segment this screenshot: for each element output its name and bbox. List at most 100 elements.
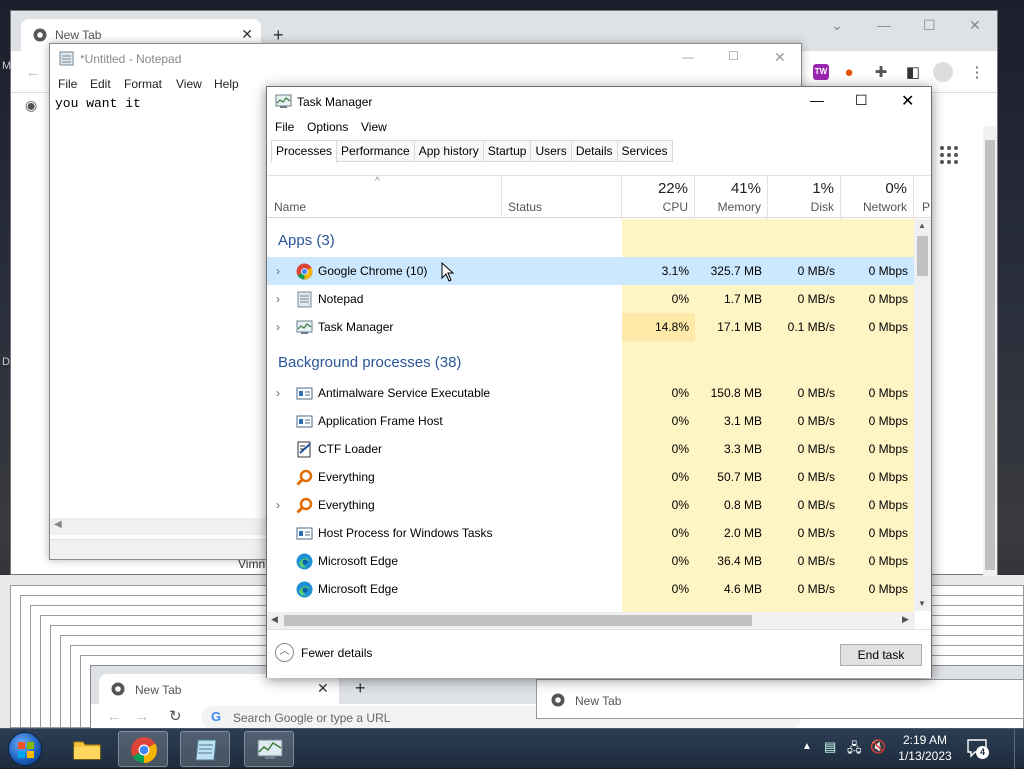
column-cpu[interactable]: 22% CPU [622,176,695,219]
chrome-icon [33,28,47,42]
action-center-icon[interactable]: 4 [966,737,989,759]
column-network[interactable]: 0% Network [841,176,914,219]
column-memory[interactable]: 41% Memory [695,176,768,219]
taskbar-file-explorer[interactable] [62,731,112,767]
scroll-left-icon[interactable]: ◀ [271,614,278,625]
new-tab-button[interactable]: + [355,678,366,699]
column-status[interactable]: Status [502,176,622,219]
tab-startup[interactable]: Startup [483,140,532,162]
show-hidden-icons[interactable]: ▲ [802,741,812,752]
tab-search-icon[interactable]: ⌄ [831,17,843,34]
close-icon[interactable]: ✕ [901,91,914,111]
apps-grid-icon[interactable] [939,145,959,165]
tab-processes[interactable]: Processes [271,140,338,163]
show-desktop-button[interactable] [1014,729,1024,769]
side-panel-icon[interactable]: ◧ [901,60,925,84]
taskbar-notepad[interactable] [180,731,230,767]
table-row[interactable]: CTF Loader 0% 3.3 MB 0 MB/s 0 Mbps [267,435,915,463]
expand-chevron-icon[interactable]: › [276,491,280,519]
network-total: 0% [885,180,907,197]
reload-icon[interactable]: ↻ [169,707,182,725]
tab-app-history[interactable]: App history [414,140,484,162]
task-manager-icon [275,94,292,108]
close-icon[interactable]: ✕ [317,680,329,697]
network-value: 0 Mbps [868,442,908,456]
notepad-titlebar[interactable]: *Untitled - Notepad — ☐ ✕ [50,44,801,74]
horizontal-scrollbar[interactable]: ◀ ▶ [267,612,915,629]
maximize-icon[interactable]: ☐ [923,17,936,34]
close-icon[interactable]: ✕ [241,26,253,43]
scroll-right-icon[interactable]: ▶ [902,614,909,625]
back-icon[interactable]: ← [21,60,45,84]
column-power[interactable]: P [914,176,932,219]
menu-file[interactable]: File [58,77,77,91]
tab-services[interactable]: Services [617,140,673,162]
table-row[interactable]: Everything 0% 50.7 MB 0 MB/s 0 Mbps [267,463,915,491]
table-row[interactable]: › Antimalware Service Executable 0% 150.… [267,379,915,407]
chevron-up-icon[interactable]: ︿ [275,643,294,662]
puzzle-icon[interactable]: ✚ [869,60,893,84]
minimize-icon[interactable]: — [810,92,824,108]
column-disk[interactable]: 1% Disk [768,176,841,219]
close-icon[interactable]: ✕ [969,17,981,34]
task-manager-titlebar[interactable]: Task Manager — ☐ ✕ [267,87,931,117]
clock[interactable]: 2:19 AM 1/13/2023 [890,732,960,764]
start-button[interactable] [8,732,42,766]
network-value: 0 Mbps [868,498,908,512]
notepad-icon [59,51,74,66]
table-row[interactable]: › Google Chrome (10) 3.1% 325.7 MB 0 MB/… [267,257,915,285]
volume-icon[interactable]: 🔇 [870,739,886,755]
scrollbar-thumb[interactable] [917,236,928,276]
expand-chevron-icon[interactable]: › [276,257,280,285]
maximize-icon[interactable]: ☐ [855,92,868,109]
minimize-icon[interactable]: — [877,17,891,33]
expand-chevron-icon[interactable]: › [276,313,280,341]
profile-icon[interactable] [931,60,955,84]
taskbar-chrome[interactable] [118,731,168,767]
clock-date: 1/13/2023 [898,749,952,763]
table-row[interactable]: Microsoft Edge 0% 36.4 MB 0 MB/s 0 Mbps [267,547,915,575]
menu-edit[interactable]: Edit [90,77,111,91]
close-icon[interactable]: ✕ [774,49,786,66]
menu-options[interactable]: Options [307,120,348,134]
end-task-button[interactable]: End task [840,644,922,666]
maximize-icon[interactable]: ☐ [728,49,739,63]
table-row[interactable]: › Task Manager 14.8% 17.1 MB 0.1 MB/s 0 … [267,313,915,341]
tab-users[interactable]: Users [531,140,572,162]
tab-details[interactable]: Details [571,140,618,162]
tray-icon[interactable]: ▤ [824,739,836,755]
extension-icon[interactable]: ● [837,60,861,84]
table-row[interactable]: › Everything 0% 0.8 MB 0 MB/s 0 Mbps [267,491,915,519]
scroll-up-icon[interactable]: ▲ [918,221,926,230]
menu-icon[interactable]: ⋮ [965,60,989,84]
table-row[interactable]: Microsoft Edge 0% 4.6 MB 0 MB/s 0 Mbps [267,575,915,603]
scroll-left-icon[interactable]: ◀ [54,519,62,530]
taskbar-task-manager[interactable] [244,731,294,767]
menu-file[interactable]: File [275,120,294,134]
fewer-details-link[interactable]: Fewer details [301,646,372,660]
network-icon[interactable]: 🖧 [847,739,862,761]
menu-format[interactable]: Format [124,77,162,91]
minimize-icon[interactable]: — [682,50,694,64]
table-row[interactable]: › Notepad 0% 1.7 MB 0 MB/s 0 Mbps [267,285,915,313]
tab-performance[interactable]: Performance [337,140,415,162]
scrollbar-thumb[interactable] [284,615,752,626]
cpu-value: 0% [671,582,689,596]
chrome-tab[interactable]: New Tab ✕ [99,674,339,704]
column-name[interactable]: ^ Name [267,176,502,219]
scroll-down-icon[interactable]: ▼ [918,599,926,608]
menu-view[interactable]: View [176,77,202,91]
clock-time: 2:19 AM [902,733,948,747]
table-row[interactable]: Host Process for Windows Tasks 0% 2.0 MB… [267,519,915,547]
expand-chevron-icon[interactable]: › [276,285,280,313]
expand-chevron-icon[interactable]: › [276,379,280,407]
extension-icon[interactable]: TW [809,60,833,84]
forward-icon[interactable]: → [135,708,149,724]
vertical-scrollbar[interactable]: ▲ ▼ [914,219,931,611]
table-row[interactable]: Application Frame Host 0% 3.1 MB 0 MB/s … [267,407,915,435]
menu-view[interactable]: View [361,120,387,134]
memory-value: 4.6 MB [723,582,762,596]
back-icon[interactable]: ← [107,708,121,724]
scrollbar[interactable] [983,126,997,576]
menu-help[interactable]: Help [214,77,239,91]
